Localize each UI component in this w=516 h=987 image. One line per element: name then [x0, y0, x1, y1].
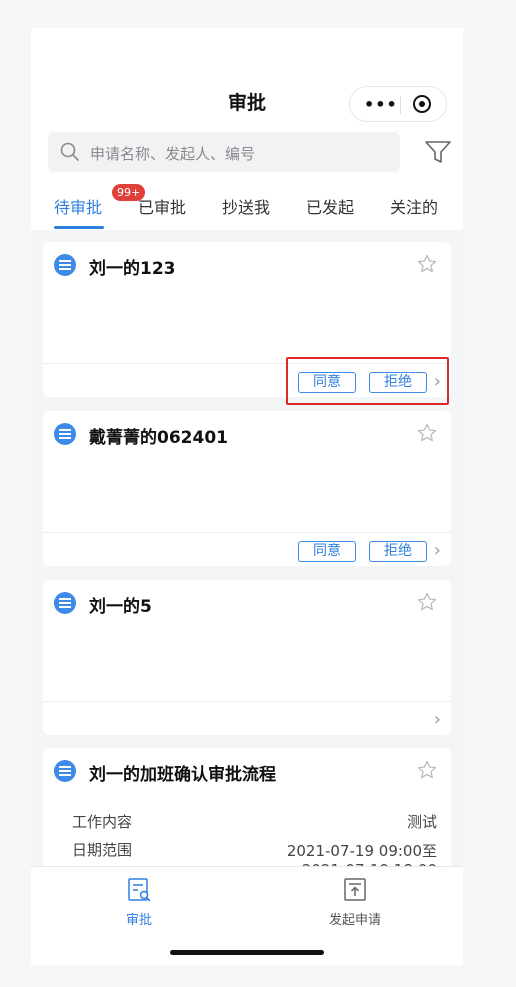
capsule-divider [400, 96, 401, 114]
tab-label: 待审批 [54, 198, 103, 217]
tab-approved[interactable]: 已审批 [138, 194, 186, 218]
filter-icon[interactable] [424, 138, 452, 166]
card-divider [43, 532, 451, 533]
field-label: 日期范围 [72, 841, 133, 859]
tab-bar: 待审批 99+ 已审批 抄送我 已发起 关注的 [31, 184, 463, 230]
approve-button[interactable]: 同意 [298, 541, 356, 562]
list-icon [54, 760, 76, 782]
approval-card[interactable]: 刘一的5 › [43, 580, 451, 735]
nav-start-request[interactable]: 发起申请 [295, 877, 415, 928]
list-icon [54, 254, 76, 276]
star-icon[interactable] [417, 423, 437, 443]
close-target-icon[interactable] [413, 95, 431, 113]
search-bar[interactable]: 申请名称、发起人、编号 [48, 132, 400, 172]
card-title: 戴菁菁的062401 [89, 428, 228, 448]
start-request-icon [344, 878, 366, 901]
tab-pending[interactable]: 待审批 99+ [54, 184, 146, 218]
star-icon[interactable] [417, 592, 437, 612]
field-value: 测试 [406, 813, 437, 831]
approval-card[interactable]: 戴菁菁的062401 同意 拒绝 › [43, 411, 451, 566]
field-value: 2021-07-19 09:00至 [286, 842, 437, 860]
star-icon[interactable] [417, 760, 437, 780]
highlight-box [286, 357, 449, 405]
nav-label: 发起申请 [328, 913, 381, 928]
field-label: 工作内容 [72, 813, 133, 831]
tab-followed[interactable]: 关注的 [390, 194, 438, 218]
top-bar: 审批 ••• 申请名称、发起人、编号 待审批 99+ 已审批 抄送我 已发起 关… [31, 28, 463, 230]
search-icon [60, 142, 79, 161]
phone-screen: 审批 ••• 申请名称、发起人、编号 待审批 99+ 已审批 抄送我 已发起 关… [31, 28, 463, 965]
card-title: 刘一的5 [89, 597, 152, 617]
card-title: 刘一的加班确认审批流程 [89, 765, 276, 785]
nav-approval[interactable]: 审批 [79, 877, 199, 928]
tab-initiated[interactable]: 已发起 [306, 194, 354, 218]
search-input[interactable]: 申请名称、发起人、编号 [90, 143, 255, 164]
home-indicator [170, 950, 324, 955]
reject-button[interactable]: 拒绝 [369, 541, 427, 562]
list-icon [54, 592, 76, 614]
bottom-nav: 审批 发起申请 [31, 866, 463, 965]
list-icon [54, 423, 76, 445]
approval-icon [128, 878, 151, 902]
more-icon[interactable]: ••• [364, 95, 398, 114]
card-title: 刘一的123 [89, 259, 176, 279]
mini-program-capsule[interactable]: ••• [349, 86, 447, 122]
nav-label: 审批 [125, 913, 152, 928]
chevron-right-icon[interactable]: › [434, 540, 441, 561]
chevron-right-icon[interactable]: › [434, 709, 441, 730]
star-icon[interactable] [417, 254, 437, 274]
card-divider [43, 701, 451, 702]
tab-cc-me[interactable]: 抄送我 [222, 194, 270, 218]
active-tab-indicator [54, 226, 104, 229]
